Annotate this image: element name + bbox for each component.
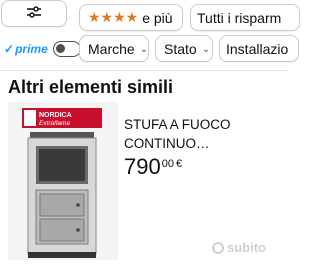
sliders-icon [26, 5, 42, 22]
brands-filter-chip[interactable]: Marche ⌄ [79, 35, 149, 62]
star-rating-icons: ★★★★ [88, 9, 139, 25]
price-decimal: 00 [161, 158, 174, 170]
svg-text:Extraflame: Extraflame [39, 120, 70, 127]
condition-filter-chip[interactable]: Stato ⌄ [155, 35, 213, 62]
prime-label: prime [15, 42, 48, 56]
prime-toggle[interactable] [52, 41, 81, 57]
chevron-down-icon: ⌄ [139, 44, 149, 55]
all-savings-filter-chip[interactable]: Tutti i risparm [190, 4, 300, 31]
price-whole: 790 [124, 154, 161, 179]
product-price: 790 00 € [124, 154, 182, 180]
filter-button[interactable] [1, 0, 67, 27]
price-currency: € [175, 158, 183, 170]
rating-filter-chip[interactable]: ★★★★ e più [79, 4, 183, 31]
product-title-line1: STUFA A FUOCO [124, 117, 231, 132]
product-title[interactable]: STUFA A FUOCO CONTINUO… [124, 115, 284, 153]
prime-filter[interactable]: ✓ prime [4, 41, 81, 57]
divider [0, 70, 287, 71]
watermark: subito [212, 240, 266, 255]
chevron-down-icon: ⌄ [201, 44, 211, 55]
installation-filter-chip[interactable]: Installazio [219, 35, 299, 62]
all-savings-filter-label: Tutti i risparm [197, 9, 282, 26]
svg-text:NORDICA: NORDICA [39, 112, 72, 119]
brands-filter-label: Marche [88, 40, 135, 57]
condition-filter-label: Stato [164, 40, 197, 57]
stove-illustration [27, 132, 97, 258]
toggle-knob [55, 44, 65, 53]
product-title-line2: CONTINUO… [124, 136, 210, 151]
brand-logo: NORDICA Extraflame [22, 108, 102, 128]
product-image[interactable]: NORDICA Extraflame [8, 102, 118, 260]
prime-check-icon: ✓ [4, 42, 15, 56]
rating-filter-label: e più [142, 9, 173, 26]
subito-logo-icon [212, 241, 224, 254]
watermark-text: subito [227, 240, 266, 255]
section-title: Altri elementi simili [8, 77, 174, 97]
installation-filter-label: Installazio [226, 40, 289, 57]
